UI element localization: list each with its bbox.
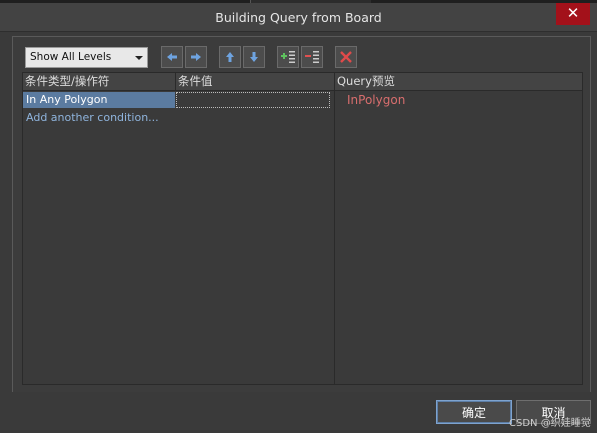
query-preview-header: Query预览: [335, 73, 582, 91]
ok-button[interactable]: 确定: [436, 400, 512, 424]
condition-value-cell[interactable]: [176, 92, 330, 108]
arrow-left-icon: [167, 53, 177, 61]
close-button[interactable]: ✕: [556, 3, 590, 25]
show-levels-dropdown[interactable]: Show All Levels: [25, 47, 148, 68]
show-levels-value: Show All Levels: [30, 51, 112, 63]
arrow-down-icon: [250, 52, 258, 62]
conditions-grid: 条件类型/操作符 条件值 In Any Polygon Add another …: [22, 72, 335, 385]
query-preview-text: InPolygon: [347, 93, 406, 107]
dialog-footer: 确定 取消: [0, 392, 597, 433]
move-up-button[interactable]: [219, 46, 241, 68]
watermark: CSDN @织娃睡觉: [509, 418, 591, 429]
move-down-button[interactable]: [243, 46, 265, 68]
query-preview-panel: Query预览 InPolygon: [334, 72, 583, 385]
title-bar[interactable]: Building Query from Board ✕: [0, 3, 597, 32]
window-title: Building Query from Board: [215, 10, 382, 25]
arrow-right-icon: [191, 53, 201, 61]
add-condition-link[interactable]: Add another condition...: [26, 111, 159, 124]
query-preview-title: Query预览: [337, 74, 395, 88]
conditions-header: 条件类型/操作符 条件值: [23, 73, 334, 91]
remove-row-icon: [305, 51, 319, 63]
remove-row-button[interactable]: [301, 46, 323, 68]
delete-icon: [340, 51, 352, 63]
move-left-button[interactable]: [161, 46, 183, 68]
add-row-icon: [281, 51, 295, 63]
column-header-value[interactable]: 条件值: [176, 73, 328, 90]
move-right-button[interactable]: [185, 46, 207, 68]
condition-type-cell[interactable]: In Any Polygon: [23, 92, 175, 108]
chevron-down-icon: [135, 56, 143, 60]
dialog-content: Show All Levels 条件类型/操作符 条件值 In Any Poly…: [12, 36, 591, 393]
close-icon: ✕: [566, 4, 580, 22]
column-header-type[interactable]: 条件类型/操作符: [23, 73, 175, 90]
table-row[interactable]: In Any Polygon: [23, 92, 330, 108]
arrow-up-icon: [226, 52, 234, 62]
add-row-button[interactable]: [277, 46, 299, 68]
delete-button[interactable]: [335, 46, 357, 68]
